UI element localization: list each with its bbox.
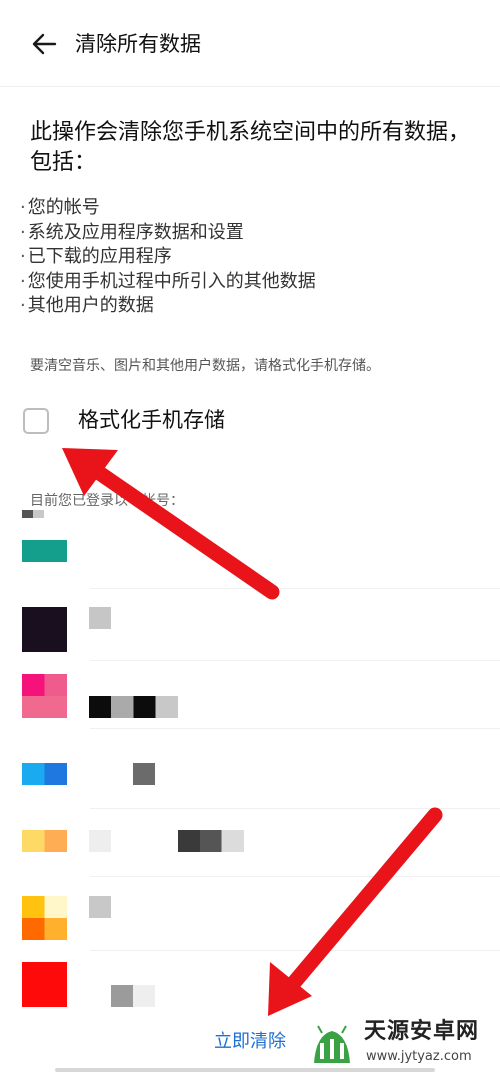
row-divider — [90, 588, 500, 589]
account-icon-pixelated — [22, 830, 67, 852]
accounts-label: 目前您已登录以下帐号： — [30, 493, 184, 509]
watermark-title: 天源安卓网 — [364, 1019, 480, 1044]
account-icon-pixelated — [22, 896, 67, 918]
account-name-pixelated — [89, 607, 111, 629]
account-icon-pixelated — [22, 918, 67, 940]
account-name-pixelated — [133, 763, 155, 785]
list-item: · 其他用户的数据 — [20, 295, 154, 316]
format-hint: 要清空音乐、图片和其他用户数据，请格式化手机存储。 — [30, 358, 380, 374]
warning-heading: 此操作会清除您手机系统空间中的所有数据，包括： — [30, 120, 471, 175]
row-divider — [90, 950, 500, 951]
account-name-pixelated — [89, 696, 178, 718]
account-name-pixelated — [111, 985, 155, 1007]
android-logo-icon — [314, 1025, 350, 1063]
clear-now-button[interactable]: 立即清除 — [198, 1026, 302, 1058]
row-divider — [90, 728, 500, 729]
account-name-pixelated — [89, 830, 111, 852]
row-divider — [90, 660, 500, 661]
site-watermark: 天源安卓网 www.jytyaz.com — [300, 1015, 498, 1073]
account-icon-pixelated — [22, 962, 67, 1007]
format-storage-checkbox[interactable] — [23, 408, 49, 434]
account-name-pixelated — [89, 896, 111, 918]
account-icon-pixelated — [22, 674, 67, 696]
account-icon-pixelated — [22, 607, 67, 652]
data-list: · 您的帐号 · 系统及应用程序数据和设置 · 已下载的应用程序 · 您使用手机过程中所… — [20, 196, 316, 319]
row-divider — [90, 808, 500, 809]
account-icon-pixelated — [22, 540, 67, 562]
format-storage-label[interactable]: 格式化手机存储 — [78, 404, 225, 436]
list-item: · 已下载的应用程序 — [20, 246, 172, 267]
arrow-left-icon[interactable] — [28, 28, 60, 60]
account-icon-pixelated — [22, 763, 67, 785]
list-item: · 系统及应用程序数据和设置 — [20, 221, 244, 243]
row-divider — [90, 876, 500, 877]
list-item: · 您的帐号 — [20, 197, 100, 218]
account-icon-pixelated — [22, 510, 44, 518]
list-item: · 您使用手机过程中所引入的其他数据 — [20, 270, 316, 292]
watermark-url: www.jytyaz.com — [366, 1049, 472, 1064]
account-icon-pixelated — [22, 696, 67, 718]
app-header: 清除所有数据 — [0, 0, 500, 87]
account-name-pixelated — [178, 830, 244, 852]
page-title: 清除所有数据 — [75, 32, 201, 56]
